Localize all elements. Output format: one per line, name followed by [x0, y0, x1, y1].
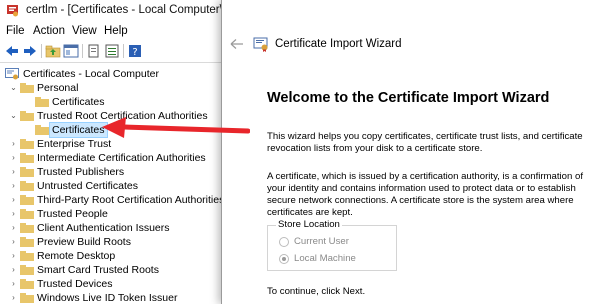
- toolbar-separator: [41, 44, 42, 58]
- expand-chevron-icon[interactable]: ›: [9, 151, 18, 165]
- tree-item-label: Third-Party Root Certification Authoriti…: [37, 194, 225, 206]
- folder-icon: [20, 237, 34, 247]
- tree-item-personal-certificates[interactable]: Certificates: [0, 95, 215, 109]
- folder-icon: [20, 223, 34, 233]
- folder-icon: [20, 195, 34, 205]
- folder-icon: [35, 97, 49, 107]
- folder-icon: [20, 153, 34, 163]
- folder-icon: [20, 167, 34, 177]
- tree-item-intermediate-ca[interactable]: › Intermediate Certification Authorities: [0, 151, 215, 165]
- certificate-wizard-icon: [253, 37, 268, 52]
- back-arrow-icon[interactable]: [230, 38, 244, 50]
- expand-chevron-icon[interactable]: ›: [9, 193, 18, 207]
- export-list-icon[interactable]: [104, 43, 120, 59]
- tree-item-label: Smart Card Trusted Roots: [37, 264, 159, 276]
- menu-file[interactable]: File: [6, 25, 25, 37]
- radio-label: Local Machine: [294, 253, 356, 264]
- expand-chevron-icon[interactable]: ›: [9, 263, 18, 277]
- menu-bar: File Action View Help: [0, 22, 230, 41]
- radio-button-icon[interactable]: [279, 237, 289, 247]
- svg-text:?: ?: [132, 47, 137, 58]
- wizard-description-text: A certificate, which is issued by a cert…: [267, 171, 584, 218]
- collapse-chevron-icon[interactable]: ⌄: [9, 81, 18, 95]
- tree-item-label: Trusted Publishers: [37, 166, 125, 178]
- tree-item-label: Certificates: [52, 96, 105, 108]
- tree-item-trusted-devices[interactable]: › Trusted Devices: [0, 277, 215, 291]
- tree-item-label: Windows Live ID Token Issuer: [37, 292, 178, 304]
- expand-chevron-icon[interactable]: ›: [9, 249, 18, 263]
- toolbar-separator: [123, 44, 124, 58]
- help-icon[interactable]: ?: [127, 43, 143, 59]
- console-tree: Certificates - Local Computer ⌄ Personal…: [0, 62, 230, 304]
- folder-icon: [20, 83, 34, 93]
- tree-item-third-party-root[interactable]: › Third-Party Root Certification Authori…: [0, 193, 224, 207]
- forward-arrow-icon[interactable]: [22, 43, 38, 59]
- tree-item-label: Client Authentication Issuers: [37, 222, 170, 234]
- tree-item-trusted-people[interactable]: › Trusted People: [0, 207, 215, 221]
- menu-help[interactable]: Help: [104, 25, 128, 37]
- expand-chevron-icon[interactable]: ›: [9, 221, 18, 235]
- tree-item-personal[interactable]: ⌄ Personal: [0, 81, 215, 95]
- tree-item-label: Trusted Devices: [37, 278, 113, 290]
- tree-item-preview-build-roots[interactable]: › Preview Build Roots: [0, 235, 215, 249]
- tree-item-label: Intermediate Certification Authorities: [37, 152, 206, 164]
- folder-icon: [20, 139, 34, 149]
- tree-item-client-auth-issuers[interactable]: › Client Authentication Issuers: [0, 221, 215, 235]
- up-folder-icon[interactable]: [45, 43, 61, 59]
- tree-item-smart-card-trusted-roots[interactable]: › Smart Card Trusted Roots: [0, 263, 215, 277]
- folder-icon: [20, 111, 34, 121]
- certificate-manager-icon: [7, 5, 18, 17]
- radio-button-selected-icon[interactable]: [279, 254, 289, 264]
- tree-item-label: Untrusted Certificates: [37, 180, 138, 192]
- tree-item-label: Preview Build Roots: [37, 236, 131, 248]
- folder-icon: [20, 279, 34, 289]
- annotation-arrow-icon: [102, 117, 250, 138]
- tree-item-trusted-publishers[interactable]: › Trusted Publishers: [0, 165, 215, 179]
- certificates-snapin-icon: [5, 68, 19, 80]
- folder-icon: [20, 251, 34, 261]
- folder-icon: [20, 265, 34, 275]
- show-hide-tree-icon[interactable]: [63, 43, 79, 59]
- menu-view[interactable]: View: [72, 25, 97, 37]
- tree-item-label: Trusted People: [37, 208, 108, 220]
- wizard-intro-text: This wizard helps you copy certificates,…: [267, 131, 583, 154]
- tree-item-label: Certificates: [49, 122, 108, 138]
- expand-chevron-icon[interactable]: ›: [9, 277, 18, 291]
- store-location-group: Store Location Current User Local Machin…: [267, 219, 397, 271]
- wizard-title: Certificate Import Wizard: [275, 38, 402, 50]
- tree-item-untrusted-certificates[interactable]: › Untrusted Certificates: [0, 179, 215, 193]
- expand-chevron-icon[interactable]: ›: [9, 235, 18, 249]
- folder-icon: [20, 293, 34, 303]
- wizard-heading: Welcome to the Certificate Import Wizard: [267, 90, 550, 106]
- copy-icon[interactable]: [86, 43, 102, 59]
- folder-icon: [20, 209, 34, 219]
- tree-item-windows-live-id[interactable]: › Windows Live ID Token Issuer: [0, 291, 215, 304]
- back-arrow-icon[interactable]: [4, 43, 20, 59]
- certificate-import-wizard: Certificate Import Wizard Welcome to the…: [221, 0, 600, 304]
- expand-chevron-icon[interactable]: ›: [9, 207, 18, 221]
- tree-root-label: Certificates - Local Computer: [23, 68, 159, 80]
- radio-label: Current User: [294, 236, 349, 247]
- wizard-footer-text: To continue, click Next.: [267, 286, 366, 297]
- folder-icon: [35, 125, 49, 135]
- store-location-legend: Store Location: [276, 219, 342, 230]
- toolbar: ?: [0, 41, 230, 61]
- expand-chevron-icon[interactable]: ›: [9, 165, 18, 179]
- collapse-chevron-icon[interactable]: ⌄: [9, 109, 18, 123]
- tree-item-label: Remote Desktop: [37, 250, 116, 262]
- tree-root[interactable]: Certificates - Local Computer: [0, 67, 215, 81]
- toolbar-separator: [82, 44, 83, 58]
- tree-item-label: Personal: [37, 82, 79, 94]
- menu-action[interactable]: Action: [33, 25, 65, 37]
- tree-item-remote-desktop[interactable]: › Remote Desktop: [0, 249, 215, 263]
- expand-chevron-icon[interactable]: ›: [9, 179, 18, 193]
- expand-chevron-icon[interactable]: ›: [9, 137, 18, 151]
- expand-chevron-icon[interactable]: ›: [9, 291, 18, 304]
- folder-icon: [20, 181, 34, 191]
